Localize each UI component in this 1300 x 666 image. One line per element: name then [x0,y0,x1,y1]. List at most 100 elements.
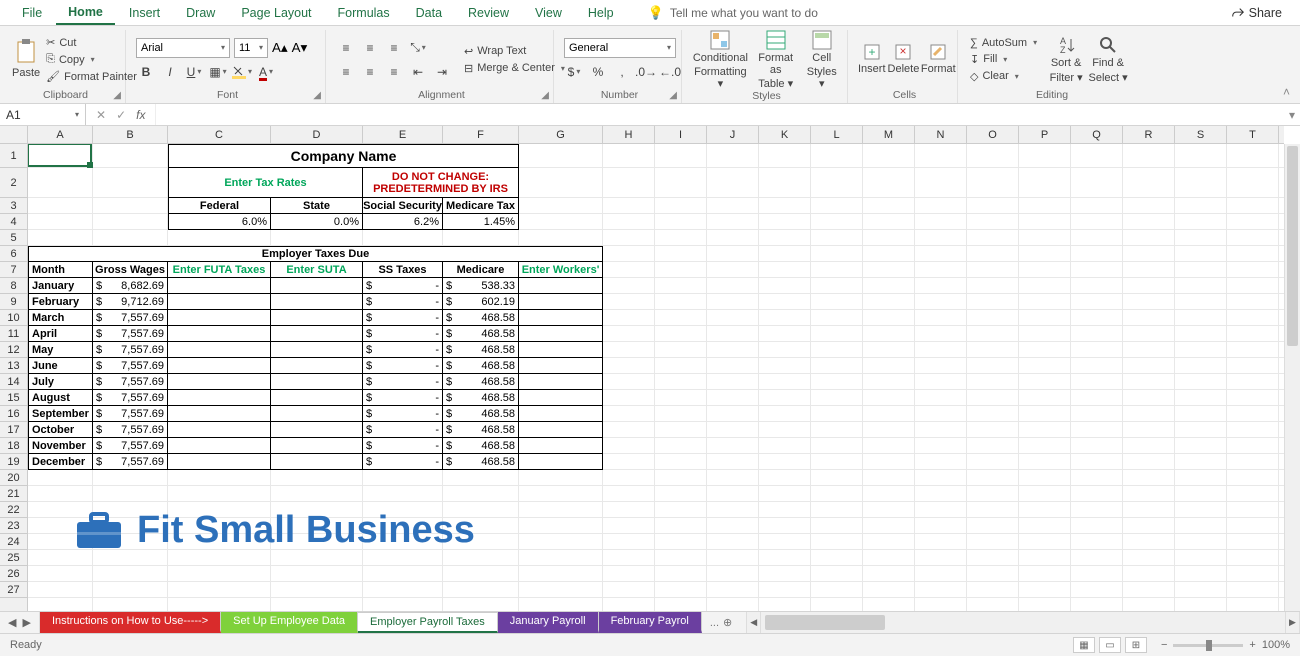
vertical-scrollbar[interactable] [1284,144,1300,611]
number-format-combo[interactable]: General▾ [564,38,676,58]
suta-cell[interactable] [271,342,363,358]
tell-me-search[interactable]: 💡 Tell me what you want to do [648,5,818,21]
medicare-cell[interactable]: $468.58 [443,390,519,406]
horizontal-scrollbar[interactable]: ◀ ▶ [746,612,1300,633]
expand-formula-bar-button[interactable]: ▾ [1284,104,1300,125]
section-title-cell[interactable]: Employer Taxes Due [28,246,603,262]
column-header[interactable]: F [443,126,519,143]
spreadsheet-grid[interactable]: ABCDEFGHIJKLMNOPQRST 1234567891011121314… [0,126,1300,612]
row-header[interactable]: 18 [0,438,27,454]
medicare-cell[interactable]: $468.58 [443,454,519,470]
dialog-launcher-icon[interactable]: ◢ [669,90,677,101]
decrease-decimal-button[interactable]: ←.0 [660,62,680,82]
gross-wages-cell[interactable]: $7,557.69 [93,454,168,470]
month-cell[interactable]: January [28,278,93,294]
row-header[interactable]: 20 [0,470,27,486]
ss-taxes-cell[interactable]: $- [363,422,443,438]
column-header[interactable]: M [863,126,915,143]
workers-cell[interactable] [519,342,603,358]
sheet-tab[interactable]: Set Up Employee Data [221,612,358,633]
font-family-combo[interactable]: Arial▾ [136,38,230,58]
copy-button[interactable]: ⎘ Copy▾ [44,52,139,67]
column-header[interactable]: C [168,126,271,143]
row-header[interactable]: 5 [0,230,27,246]
tab-data[interactable]: Data [404,2,454,24]
row-header[interactable]: 4 [0,214,27,230]
rate-header[interactable]: Federal [168,198,271,214]
medicare-cell[interactable]: $468.58 [443,310,519,326]
ss-taxes-cell[interactable]: $- [363,358,443,374]
find-select-button[interactable]: Find & Select ▾ [1087,35,1129,83]
tab-home[interactable]: Home [56,1,115,25]
table-header[interactable]: Month [28,262,93,278]
futa-cell[interactable] [168,422,271,438]
suta-cell[interactable] [271,406,363,422]
month-cell[interactable]: December [28,454,93,470]
gross-wages-cell[interactable]: $7,557.69 [93,326,168,342]
accounting-format-button[interactable]: $▾ [564,62,584,82]
medicare-cell[interactable]: $602.19 [443,294,519,310]
month-cell[interactable]: July [28,374,93,390]
column-header[interactable]: R [1123,126,1175,143]
format-as-table-button[interactable]: Format as Table ▾ [753,30,799,90]
zoom-in-button[interactable]: + [1249,639,1255,651]
month-cell[interactable]: April [28,326,93,342]
month-cell[interactable]: August [28,390,93,406]
paste-button[interactable]: Paste [12,39,40,79]
collapse-ribbon-button[interactable]: ˄ [1283,85,1290,99]
column-header[interactable]: G [519,126,603,143]
decrease-indent-button[interactable]: ⇤ [408,62,428,82]
zoom-slider[interactable] [1173,644,1243,647]
column-header[interactable]: J [707,126,759,143]
align-center-button[interactable]: ≡ [360,62,380,82]
conditional-formatting-button[interactable]: Conditional Formatting ▾ [692,30,749,90]
futa-cell[interactable] [168,374,271,390]
gross-wages-cell[interactable]: $7,557.69 [93,310,168,326]
suta-cell[interactable] [271,278,363,294]
font-color-button[interactable]: A▾ [256,62,276,82]
row-header[interactable]: 22 [0,502,27,518]
column-header[interactable]: Q [1071,126,1123,143]
month-cell[interactable]: November [28,438,93,454]
row-header[interactable]: 24 [0,534,27,550]
futa-cell[interactable] [168,454,271,470]
gross-wages-cell[interactable]: $7,557.69 [93,342,168,358]
gross-wages-cell[interactable]: $8,682.69 [93,278,168,294]
rate-header[interactable]: Social Security [363,198,443,214]
futa-cell[interactable] [168,390,271,406]
do-not-change-cell[interactable]: DO NOT CHANGE:PREDETERMINED BY IRS [363,168,519,198]
cut-button[interactable]: ✂ Cut [44,35,139,50]
row-header[interactable]: 16 [0,406,27,422]
futa-cell[interactable] [168,294,271,310]
medicare-cell[interactable]: $468.58 [443,342,519,358]
tab-formulas[interactable]: Formulas [326,2,402,24]
row-header[interactable]: 26 [0,566,27,582]
normal-view-button[interactable]: ▦ [1073,637,1095,653]
tab-help[interactable]: Help [576,2,626,24]
gross-wages-cell[interactable]: $7,557.69 [93,358,168,374]
row-headers[interactable]: 1234567891011121314151617181920212223242… [0,144,28,611]
medicare-cell[interactable]: $468.58 [443,406,519,422]
sort-filter-button[interactable]: AZ Sort & Filter ▾ [1045,35,1087,83]
percent-format-button[interactable]: % [588,62,608,82]
table-header[interactable]: Enter Workers' [519,262,603,278]
enter-tax-rates-cell[interactable]: Enter Tax Rates [168,168,363,198]
column-header[interactable]: S [1175,126,1227,143]
suta-cell[interactable] [271,326,363,342]
medicare-cell[interactable]: $468.58 [443,422,519,438]
gross-wages-cell[interactable]: $7,557.69 [93,422,168,438]
cancel-formula-button[interactable]: ✕ [96,108,106,122]
clear-button[interactable]: ◇Clear▾ [968,69,1039,84]
column-headers[interactable]: ABCDEFGHIJKLMNOPQRST [28,126,1284,144]
company-name-cell[interactable]: Company Name [168,144,519,168]
enter-formula-button[interactable]: ✓ [116,108,126,122]
dialog-launcher-icon[interactable]: ◢ [313,90,321,101]
page-break-view-button[interactable]: ⊞ [1125,637,1147,653]
gross-wages-cell[interactable]: $7,557.69 [93,406,168,422]
borders-button[interactable]: ▦▾ [208,62,228,82]
futa-cell[interactable] [168,438,271,454]
futa-cell[interactable] [168,278,271,294]
futa-cell[interactable] [168,406,271,422]
workers-cell[interactable] [519,358,603,374]
medicare-cell[interactable]: $468.58 [443,438,519,454]
